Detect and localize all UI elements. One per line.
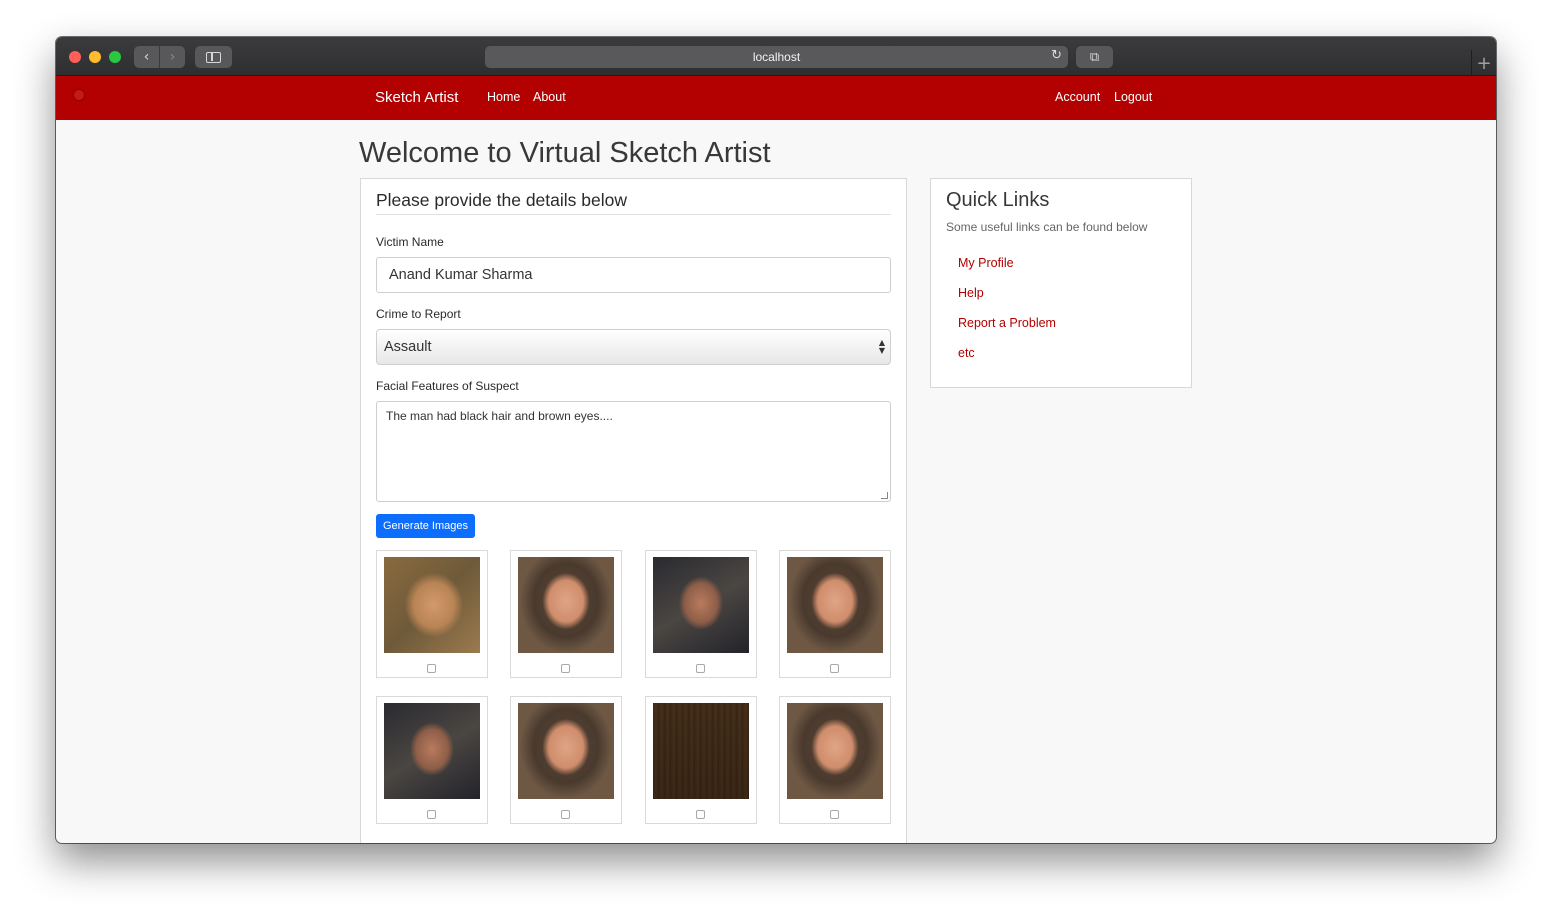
nav-link-about[interactable]: About bbox=[533, 90, 566, 104]
form-heading: Please provide the details below bbox=[376, 190, 627, 210]
generated-image-card bbox=[510, 550, 622, 678]
victim-name-label: Victim Name bbox=[376, 235, 444, 249]
victim-name-input[interactable]: Anand Kumar Sharma bbox=[376, 257, 891, 293]
quick-links-subtitle: Some useful links can be found below bbox=[946, 220, 1148, 234]
crime-selected-value: Assault bbox=[384, 339, 432, 355]
address-bar[interactable]: localhost ↻ bbox=[485, 46, 1068, 68]
crime-label: Crime to Report bbox=[376, 307, 461, 321]
quick-link-etc[interactable]: etc bbox=[958, 346, 975, 360]
generated-face-image bbox=[653, 703, 749, 799]
url-text: localhost bbox=[752, 50, 801, 64]
report-form-card: Please provide the details below Victim … bbox=[360, 178, 907, 843]
crime-select[interactable]: Assault ▲ ▼ bbox=[376, 329, 891, 365]
generated-face-image bbox=[518, 557, 614, 653]
page-title: Welcome to Virtual Sketch Artist bbox=[359, 137, 771, 169]
generated-face-image bbox=[518, 703, 614, 799]
select-image-checkbox[interactable] bbox=[830, 664, 839, 673]
new-tab-icon[interactable]: + bbox=[1471, 50, 1496, 76]
generated-image-card bbox=[645, 550, 757, 678]
generated-image-card bbox=[510, 696, 622, 824]
forward-arrow-icon[interactable]: › bbox=[159, 46, 185, 68]
quick-link-my-profile[interactable]: My Profile bbox=[958, 256, 1014, 270]
generated-face-image bbox=[787, 703, 883, 799]
select-image-checkbox[interactable] bbox=[427, 810, 436, 819]
quick-link-report-problem[interactable]: Report a Problem bbox=[958, 316, 1056, 330]
page-content: Welcome to Virtual Sketch Artist Please … bbox=[56, 120, 1496, 843]
resize-handle-icon[interactable] bbox=[881, 492, 888, 499]
generated-image-card bbox=[779, 696, 891, 824]
nav-link-account[interactable]: Account bbox=[1055, 90, 1100, 104]
minimize-window-button[interactable] bbox=[89, 51, 101, 63]
quick-link-help[interactable]: Help bbox=[958, 286, 984, 300]
features-text: The man had black hair and brown eyes...… bbox=[386, 409, 613, 423]
generated-image-card bbox=[645, 696, 757, 824]
select-image-checkbox[interactable] bbox=[427, 664, 436, 673]
generated-face-image bbox=[384, 557, 480, 653]
select-image-checkbox[interactable] bbox=[696, 810, 705, 819]
back-arrow-icon[interactable]: ‹ bbox=[134, 46, 159, 68]
select-arrows-icon: ▲ ▼ bbox=[878, 338, 885, 355]
site-logo-icon bbox=[72, 88, 86, 102]
browser-toolbar: ‹ › localhost ↻ ⧉ + bbox=[56, 37, 1496, 76]
heading-divider bbox=[376, 214, 891, 215]
history-nav: ‹ › bbox=[134, 46, 185, 68]
facial-features-textarea[interactable]: The man had black hair and brown eyes...… bbox=[376, 401, 891, 502]
nav-link-home[interactable]: Home bbox=[487, 90, 520, 104]
quick-links-card: Quick Links Some useful links can be fou… bbox=[930, 178, 1192, 388]
sidebar-toggle-icon[interactable] bbox=[195, 46, 232, 68]
nav-link-logout[interactable]: Logout bbox=[1114, 90, 1152, 104]
select-image-checkbox[interactable] bbox=[696, 664, 705, 673]
navbar-brand[interactable]: Sketch Artist bbox=[375, 89, 458, 106]
select-image-checkbox[interactable] bbox=[561, 810, 570, 819]
reload-icon[interactable]: ↻ bbox=[1051, 48, 1062, 63]
generated-image-card bbox=[376, 550, 488, 678]
generated-image-card bbox=[376, 696, 488, 824]
generated-face-image bbox=[384, 703, 480, 799]
generated-face-image bbox=[653, 557, 749, 653]
select-image-checkbox[interactable] bbox=[561, 664, 570, 673]
generated-image-card bbox=[779, 550, 891, 678]
select-image-checkbox[interactable] bbox=[830, 810, 839, 819]
zoom-window-button[interactable] bbox=[109, 51, 121, 63]
browser-window: ‹ › localhost ↻ ⧉ + Sketch Artist Home A… bbox=[56, 37, 1496, 843]
generate-images-button[interactable]: Generate Images bbox=[376, 514, 475, 538]
app-navbar: Sketch Artist Home About Account Logout bbox=[56, 76, 1496, 120]
close-window-button[interactable] bbox=[69, 51, 81, 63]
quick-links-heading: Quick Links bbox=[946, 189, 1050, 211]
features-label: Facial Features of Suspect bbox=[376, 379, 519, 393]
tab-overview-icon[interactable]: ⧉ bbox=[1076, 46, 1113, 68]
generated-face-image bbox=[787, 557, 883, 653]
